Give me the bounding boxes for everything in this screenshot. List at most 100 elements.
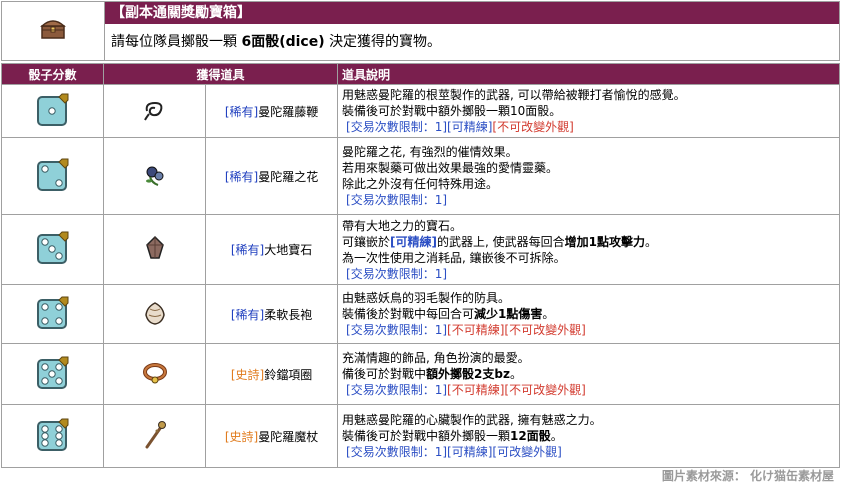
description-text: 裝備後於對戰中每回合可: [342, 307, 475, 321]
trade-tag: [可精練]: [447, 120, 493, 134]
dice-face-1-icon: [35, 92, 71, 131]
description-line: 備後可於對戰中額外擲骰2支bz。: [342, 366, 835, 382]
trade-tag: [交易次數限制：1]: [346, 266, 448, 281]
description-line: [交易次數限制：1][不可精練][不可改變外觀]: [342, 322, 835, 338]
dice-cell: [1, 214, 104, 285]
dice-face-2-icon: [35, 157, 71, 196]
trade-tag: [不可精練]: [447, 383, 505, 397]
item-rarity: [史詩]: [230, 367, 265, 382]
item-icon-cell: [103, 214, 206, 285]
col-header-item: 獲得道具: [102, 63, 339, 85]
description-text: 帶有大地之力的寶石。: [342, 218, 463, 233]
description-line: [交易次數限制：1]: [342, 266, 835, 282]
description-line: 用魅惑曼陀羅的心臟製作的武器, 擁有魅惑之力。: [342, 412, 835, 428]
item-name: 大地寶石: [264, 243, 313, 257]
description-text: 若用來製藥可做出效果最強的愛情靈藥。: [342, 161, 559, 175]
description-text: 曼陀羅之花, 有強烈的催情效果。: [342, 145, 518, 159]
item-name-cell: [稀有]曼陀羅藤鞭: [204, 84, 339, 138]
description-line: 若用來製藥可做出效果最強的愛情靈藥。: [342, 160, 835, 176]
description-text: 增加1點攻擊力: [564, 234, 646, 249]
item-description-cell: 充滿情趣的飾品, 角色扮演的最愛。 備後可於對戰中額外擲骰2支bz。 [交易次數限制…: [337, 343, 840, 405]
description-line: 帶有大地之力的寶石。: [342, 218, 835, 234]
item-rarity: [史詩]: [224, 429, 259, 444]
table-row: [稀有]柔軟長袍 由魅惑妖鳥的羽毛製作的防具。 裝備後於對戰中每回合可減少1點傷害。…: [1, 284, 840, 344]
dice-face-3-icon: [35, 230, 71, 269]
description-line: 由魅惑妖鳥的羽毛製作的防具。: [342, 290, 835, 306]
item-name-cell: [稀有]曼陀羅之花: [204, 137, 339, 215]
description-line: 除此之外沒有任何特殊用途。: [342, 176, 835, 192]
col-header-desc: 道具說明: [337, 63, 840, 85]
col-header-dice: 骰子分數: [1, 63, 104, 85]
trade-tag: [交易次數限制：1]: [346, 445, 448, 459]
item-description-cell: 帶有大地之力的寶石。 可鑲嵌於[可精練]的武器上, 使武器每回合增加1點攻擊力。為…: [337, 214, 840, 285]
description-line: [交易次數限制：1]: [342, 192, 835, 208]
table-header-row: 骰子分數 獲得道具 道具說明: [1, 63, 840, 85]
description-line: 為一次性使用之消耗品, 鑲嵌後不可拆除。: [342, 250, 835, 266]
dice-cell: [1, 343, 104, 405]
mandrake-flower-icon: [143, 166, 167, 190]
item-name: 曼陀羅藤鞭: [258, 104, 319, 119]
vine-whip-icon: [143, 101, 167, 124]
table-row: [史詩]鈴鐺項圈 充滿情趣的飾品, 角色扮演的最愛。 備後可於對戰中額外擲骰2支bz…: [1, 343, 840, 405]
description-text: 備後可於對戰中: [342, 367, 427, 381]
description-text: 。: [542, 307, 555, 321]
item-rarity: [稀有]: [230, 307, 265, 322]
item-icon-cell: [103, 404, 206, 468]
treasure-chest-icon: [40, 18, 66, 44]
panel-description: 請每位隊員擲骰一顆 6面骰(dice) 決定獲得的寶物。: [105, 24, 839, 60]
description-line: [交易次數限制：1][可精練][可改變外觀]: [342, 444, 835, 460]
item-rarity: [稀有]: [230, 243, 265, 257]
description-line: 可鑲嵌於[可精練]的武器上, 使武器每回合增加1點攻擊力。: [342, 234, 835, 250]
description-text: 可鑲嵌於: [342, 234, 391, 249]
description-text: 除此之外沒有任何特殊用途。: [342, 177, 499, 191]
table-row: [稀有]曼陀羅之花 曼陀羅之花, 有強烈的催情效果。若用來製藥可做出效果最強的愛情…: [1, 137, 840, 215]
description-text: 的武器上, 使武器每回合: [437, 234, 565, 249]
trade-tag: [不可改變外觀]: [492, 120, 574, 134]
feather-robe-icon: [142, 301, 168, 329]
reward-table: 骰子分數 獲得道具 道具說明 [稀有]曼陀羅藤鞭 用魅惑曼陀羅的根莖製作的武器, …: [1, 63, 840, 468]
item-name: 曼陀羅魔杖: [258, 429, 319, 444]
item-description-cell: 由魅惑妖鳥的羽毛製作的防具。 裝備後於對戰中每回合可減少1點傷害。 [交易次數限制：…: [337, 284, 840, 344]
trade-tag: [交易次數限制：1]: [346, 323, 448, 337]
panel-title: 【副本通關獎勵寶箱】: [105, 2, 839, 24]
dice-cell: [1, 404, 104, 468]
description-line: 裝備後可於對戰中額外擲骰一顆12面骰。: [342, 428, 835, 444]
trade-tag: [交易次數限制：1]: [346, 120, 448, 134]
item-name-cell: [史詩]鈴鐺項圈: [204, 343, 339, 405]
item-icon-cell: [103, 137, 206, 215]
description-line: 曼陀羅之花, 有強烈的催情效果。: [342, 144, 835, 160]
item-description-cell: 用魅惑曼陀羅的心臟製作的武器, 擁有魅惑之力。 裝備後可於對戰中額外擲骰一顆12面…: [337, 404, 840, 468]
item-name-cell: [稀有]大地寶石: [204, 214, 339, 285]
description-text: 裝備後可於對戰中額外擲骰一顆10面骰。: [342, 104, 562, 118]
description-line: 用魅惑曼陀羅的根莖製作的武器, 可以帶給被鞭打者愉悅的感覺。: [342, 87, 835, 103]
description-line: [交易次數限制：1][不可精練][不可改變外觀]: [342, 382, 835, 398]
description-text: 。: [550, 429, 563, 443]
trade-tag: [不可精練]: [447, 323, 505, 337]
trade-tag: [不可改變外觀]: [504, 323, 586, 337]
dice-face-4-icon: [35, 295, 71, 334]
item-icon-cell: [103, 84, 206, 138]
description-text: 12面骰: [510, 429, 551, 443]
desc-prefix: 請每位隊員擲骰一顆: [111, 34, 237, 50]
dice-cell: [1, 137, 104, 215]
trade-tag: [可改變外觀]: [492, 445, 562, 459]
table-row: [稀有]大地寶石 帶有大地之力的寶石。 可鑲嵌於[可精練]的武器上, 使武器每回合增…: [1, 214, 840, 285]
description-text: 。: [509, 367, 522, 381]
description-text: 用魅惑曼陀羅的心臟製作的武器, 擁有魅惑之力。: [342, 413, 602, 427]
item-name-cell: [稀有]柔軟長袍: [204, 284, 339, 344]
item-description-cell: 用魅惑曼陀羅的根莖製作的武器, 可以帶給被鞭打者愉悅的感覺。 裝備後可於對戰中額外…: [337, 84, 840, 138]
description-line: 裝備後可於對戰中額外擲骰一顆10面骰。: [342, 103, 835, 119]
item-name: 鈴鐺項圈: [264, 367, 313, 382]
bell-collar-icon: [142, 362, 168, 387]
trade-tag: [可精練]: [390, 234, 438, 249]
description-text: 為一次性使用之消耗品, 鑲嵌後不可拆除。: [342, 250, 566, 265]
item-rarity: [稀有]: [224, 104, 259, 119]
item-name: 柔軟長袍: [264, 307, 313, 322]
item-icon-cell: [103, 284, 206, 344]
description-text: 。: [645, 234, 658, 249]
table-row: [史詩]曼陀羅魔杖 用魅惑曼陀羅的心臟製作的武器, 擁有魅惑之力。 裝備後可於對戰中…: [1, 404, 840, 468]
item-description-cell: 曼陀羅之花, 有強烈的催情效果。若用來製藥可做出效果最強的愛情靈藥。 除此之外沒有…: [337, 137, 840, 215]
image-credit: 圖片素材來源： 化け猫缶素材屋: [661, 469, 834, 483]
chest-icon-cell: [2, 2, 105, 60]
description-line: [交易次數限制：1][可精練][不可改變外觀]: [342, 119, 835, 135]
